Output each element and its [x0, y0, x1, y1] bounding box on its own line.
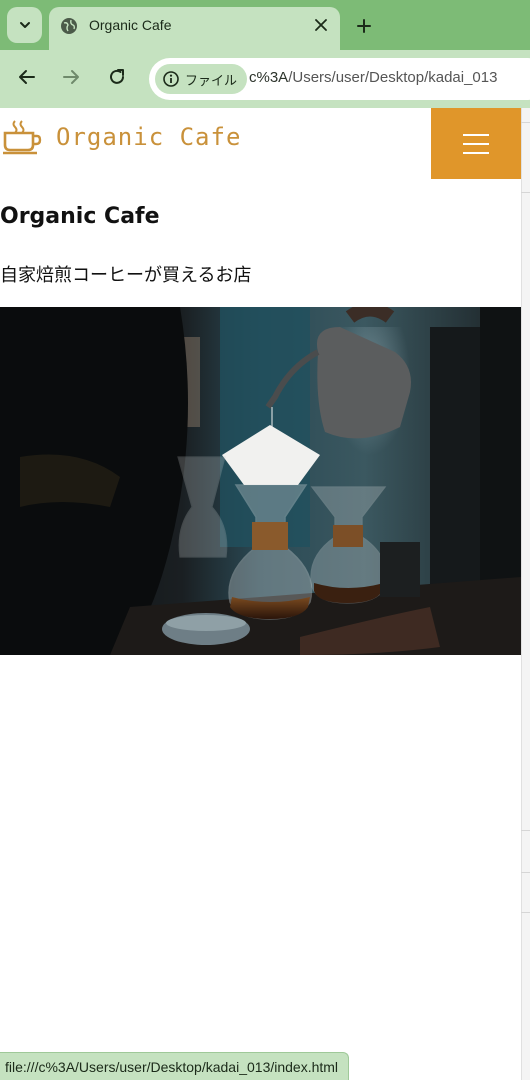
plus-icon [357, 19, 371, 33]
scrollbar-marker [521, 830, 530, 831]
page-description: 自家焙煎コーヒーが買えるお店 [0, 265, 252, 286]
address-bar[interactable]: ファイル c%3A/Users/user/Desktop/kadai_013 [149, 58, 530, 100]
globe-icon [61, 18, 77, 34]
chip-label: ファイル [185, 72, 238, 88]
site-logo[interactable]: Organic Cafe [2, 119, 241, 155]
reload-icon [110, 69, 124, 84]
forward-button[interactable] [58, 64, 84, 90]
new-tab-button[interactable] [352, 14, 376, 38]
scrollbar-marker [521, 872, 530, 873]
hamburger-line [463, 133, 489, 136]
page-scrollbar[interactable] [521, 108, 530, 1080]
page-title: Organic Cafe [0, 204, 160, 229]
hero-coffee-photo [0, 307, 521, 655]
page-viewport: Organic Cafe Organic Cafe 自家焙煎コーヒーが買えるお店 [0, 108, 521, 1080]
url-text[interactable]: c%3A/Users/user/Desktop/kadai_013 [249, 69, 497, 86]
hamburger-menu-button[interactable] [431, 108, 521, 179]
back-button[interactable] [14, 64, 40, 90]
info-icon [163, 71, 179, 87]
site-info-chip[interactable]: ファイル [155, 64, 248, 94]
browser-toolbar: ファイル c%3A/Users/user/Desktop/kadai_013 [0, 50, 530, 108]
browser-tab-strip: Organic Cafe [0, 0, 530, 50]
logo-text: Organic Cafe [56, 123, 242, 151]
link-status-bar: file:///c%3A/Users/user/Desktop/kadai_01… [0, 1052, 350, 1080]
hamburger-line [463, 142, 489, 145]
browser-tab-active[interactable]: Organic Cafe [49, 7, 340, 50]
close-icon [315, 19, 327, 31]
url-path: /Users/user/Desktop/kadai_013 [288, 69, 498, 86]
reload-button[interactable] [104, 64, 130, 90]
tab-close-button[interactable] [311, 15, 331, 35]
chevron-down-icon [19, 22, 30, 28]
hamburger-line [463, 151, 489, 154]
back-arrow-icon [19, 70, 35, 84]
scrollbar-marker [521, 912, 530, 913]
scrollbar-marker [521, 192, 530, 193]
tab-search-button[interactable] [7, 7, 42, 43]
url-prefix: c%3A [249, 69, 289, 86]
scrollbar-marker [521, 122, 530, 123]
site-header: Organic Cafe [0, 108, 521, 179]
tab-title: Organic Cafe [89, 17, 172, 33]
forward-arrow-icon [63, 70, 79, 84]
coffee-cup-icon [3, 120, 42, 155]
